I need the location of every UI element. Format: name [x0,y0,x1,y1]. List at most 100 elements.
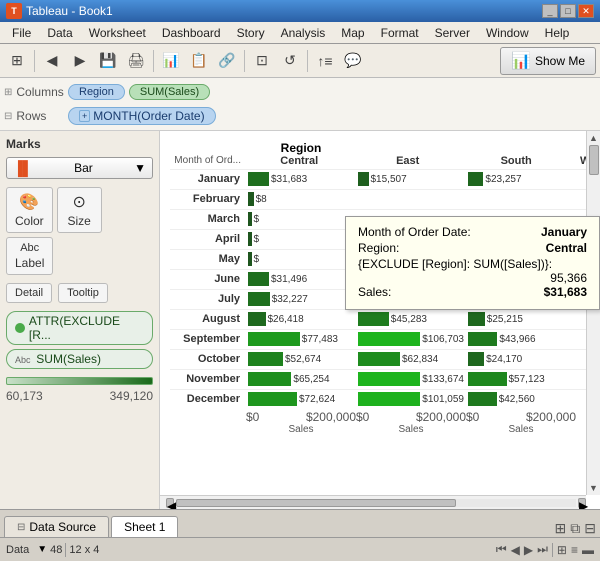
table-row[interactable]: November $65,254 $133,674 $57,123 [170,369,600,388]
east-bar-cell: $133,674 [356,370,466,388]
size-button[interactable]: ⊙ Size [57,187,102,233]
data-icon[interactable]: 📋 [186,48,212,74]
nav-prev-icon[interactable]: ◀ [511,543,520,557]
mark-type-label: Bar [74,161,93,175]
new-dashboard-icon[interactable]: ⊟ [584,520,596,537]
status-dimensions: 12 x 4 [69,544,99,556]
table-row[interactable]: December $72,624 $101,059 $42,560 [170,389,600,408]
minimize-button[interactable]: _ [542,4,558,18]
menu-help[interactable]: Help [537,24,578,42]
mark-buttons-group: 🎨 Color ⊙ Size Abc Label [6,187,153,275]
show-me-label: Show Me [535,54,585,68]
menu-analysis[interactable]: Analysis [273,24,334,42]
central-bar-cell: $ [246,210,356,228]
print-button[interactable]: 🖨 [123,48,149,74]
south-col-header: South [462,155,570,167]
data-source-tab[interactable]: ⊟ Data Source [4,516,109,537]
mark-detail-row: Detail Tooltip [6,283,153,303]
tooltip-region-row: Region: Central [358,241,587,255]
nav-last-icon[interactable]: ⏭ [537,542,548,557]
tooltip-region-label: Region: [358,241,399,255]
row-month-label: July [170,293,246,305]
v-scroll-down[interactable]: ▼ [589,483,598,493]
menu-worksheet[interactable]: Worksheet [81,24,154,42]
color-icon: 🎨 [19,192,39,212]
table-row[interactable]: February $8 [170,189,600,208]
central-axis-max: $200,000 [306,410,356,424]
menu-format[interactable]: Format [373,24,427,42]
sum-sales-pill[interactable]: Abc SUM(Sales) [6,349,153,369]
menu-data[interactable]: Data [39,24,80,42]
mark-type-select[interactable]: ▐▌ Bar ▼ [6,157,153,179]
forward-button[interactable]: ▶ [67,48,93,74]
back-button[interactable]: ◀ [39,48,65,74]
columns-shelf: ⊞ Columns Region SUM(Sales) ⊟ Rows + MON… [0,78,600,131]
menu-dashboard[interactable]: Dashboard [154,24,229,42]
columns-pill-sales[interactable]: SUM(Sales) [129,84,210,100]
row-month-label: January [170,173,246,185]
grid-view-icon[interactable]: ⊞ [557,543,567,557]
tooltip-button[interactable]: Tooltip [58,283,108,303]
filter-icon[interactable]: ⊡ [249,48,275,74]
duplicate-sheet-icon[interactable]: ⧉ [570,520,580,537]
window-controls[interactable]: _ □ ✕ [542,4,594,18]
table-row[interactable]: September $77,483 $106,703 $43,966 [170,329,600,348]
save-button[interactable]: 💾 [95,48,121,74]
menu-server[interactable]: Server [427,24,478,42]
h-scrollbar-thumb[interactable] [176,499,456,507]
central-bar-cell: $ [246,250,356,268]
detail-button[interactable]: Detail [6,283,52,303]
refresh-button[interactable]: ↺ [277,48,303,74]
rows-pill-month[interactable]: + MONTH(Order Date) [68,107,216,125]
main-content: Marks ▐▌ Bar ▼ 🎨 Color ⊙ Size Abc Label … [0,131,600,509]
color-button[interactable]: 🎨 Color [6,187,53,233]
menu-window[interactable]: Window [478,24,537,42]
h-scroll-left[interactable]: ◀ [166,498,174,508]
nav-next-icon[interactable]: ▶ [524,543,533,557]
close-button[interactable]: ✕ [578,4,594,18]
chart-icon[interactable]: 📊 [158,48,184,74]
table-row[interactable]: October $52,674 $62,834 $24,170 [170,349,600,368]
h-scrollbar[interactable]: ◀ ▶ [160,495,586,509]
row-month-label: October [170,353,246,365]
menu-story[interactable]: Story [229,24,273,42]
title-bar: T Tableau - Book1 _ □ ✕ [0,0,600,22]
grid-icon[interactable]: ⊞ [4,48,30,74]
v-scroll-up[interactable]: ▲ [589,133,598,143]
label-button[interactable]: Abc Label [6,237,53,275]
status-bar: Data ▼ 48 12 x 4 ⏮ ◀ ▶ ⏭ ⊞ ≡ ▬ [0,537,600,561]
table-view-icon[interactable]: ≡ [571,543,578,557]
new-sheet-icon[interactable]: ⊞ [555,520,567,537]
tooltip-sales-value: $31,683 [544,285,587,299]
status-source: Data [6,544,29,556]
chart-view-icon[interactable]: ▬ [582,543,594,557]
maximize-button[interactable]: □ [560,4,576,18]
menu-file[interactable]: File [4,24,39,42]
data-source-label: Data Source [29,520,96,534]
connect-icon[interactable]: 🔗 [214,48,240,74]
bar-chart-icon: 📊 [511,51,531,71]
central-bar-cell: $8 [246,190,356,208]
chart-area[interactable]: Region Month of Ord... Central East Sout… [160,131,600,509]
east-bar-cell: $45,283 [356,310,466,328]
h-scroll-right[interactable]: ▶ [578,498,586,508]
tooltip-month-value: January [541,225,587,239]
sheet1-tab[interactable]: Sheet 1 [111,516,178,537]
tooltip-icon[interactable]: 💬 [340,48,366,74]
columns-pill-region[interactable]: Region [68,84,125,100]
exclude-pill[interactable]: ATTR(EXCLUDE [R... [6,311,153,345]
table-row[interactable]: August $26,418 $45,283 $25,215 [170,309,600,328]
show-me-button[interactable]: 📊 Show Me [500,47,596,75]
sort-asc-icon[interactable]: ↑≡ [312,48,338,74]
east-col-header: East [353,155,461,167]
status-dropdown-icon[interactable]: ▼ [37,544,47,555]
nav-first-icon[interactable]: ⏮ [496,542,507,557]
exclude-label: ATTR(EXCLUDE [R... [29,314,144,342]
h-scrollbar-track[interactable] [176,499,576,507]
table-row[interactable]: January $31,683 $15,507 $23,257 [170,169,600,188]
v-scrollbar[interactable]: ▲ ▼ [586,131,600,495]
menu-map[interactable]: Map [333,24,372,42]
row-month-label: August [170,313,246,325]
col-headers-row: Month of Ord... Central East South W [170,155,600,167]
v-scrollbar-thumb[interactable] [589,145,599,175]
